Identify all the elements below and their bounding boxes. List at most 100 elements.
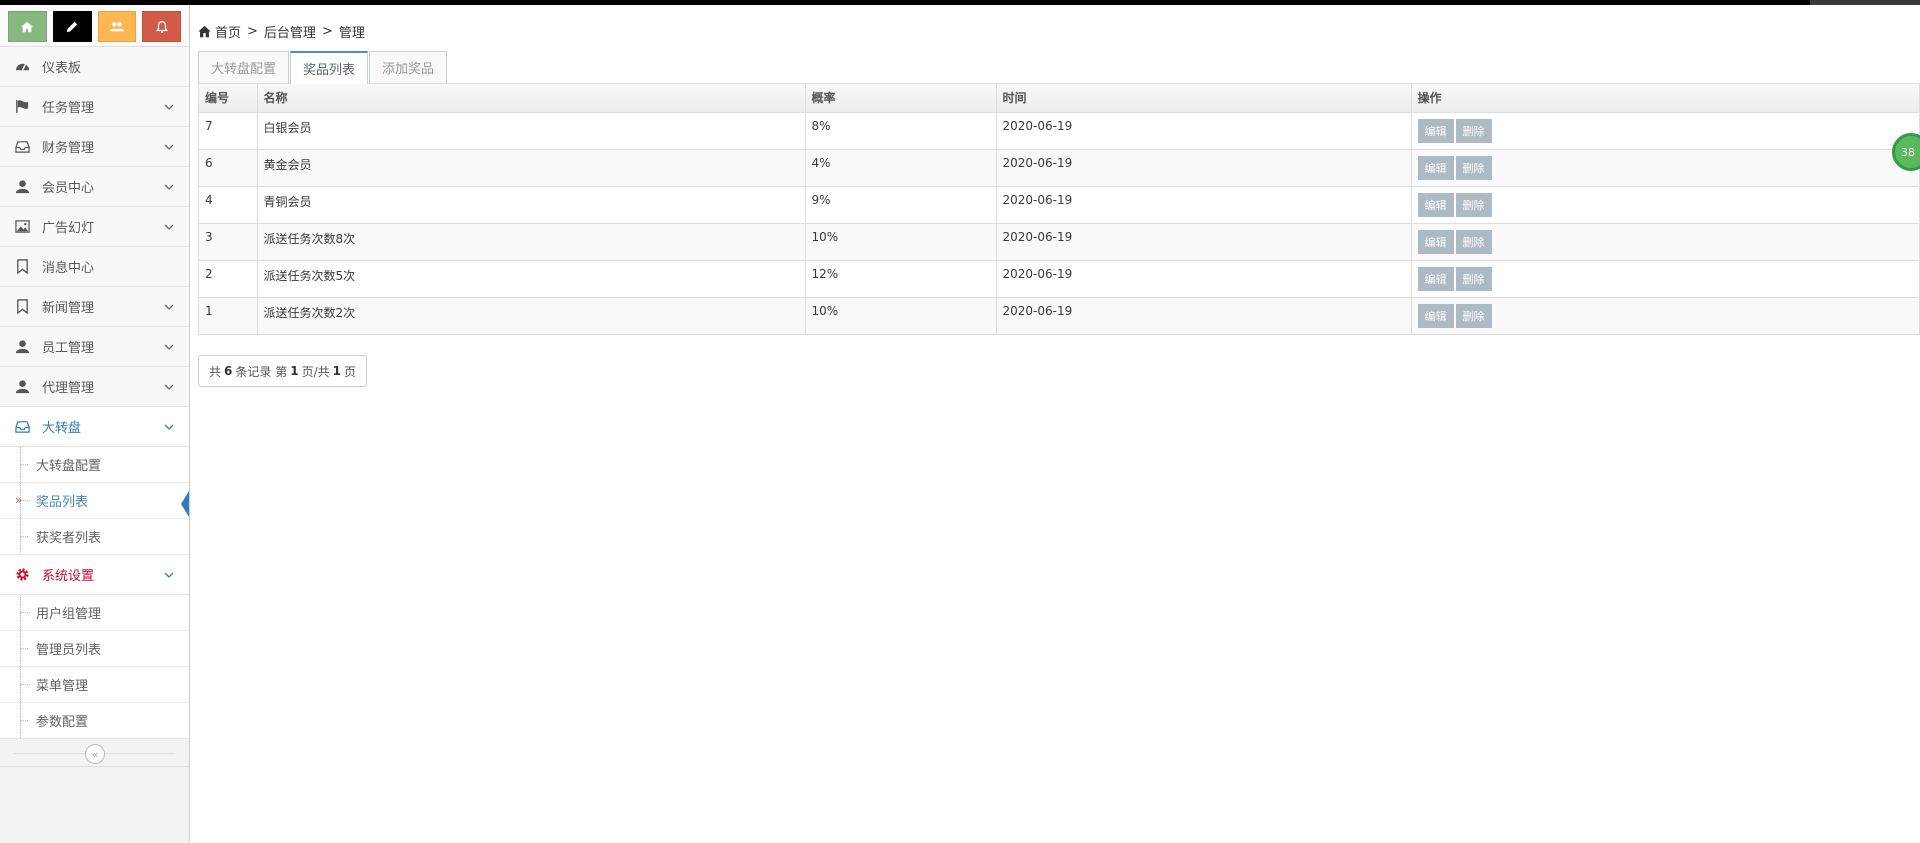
breadcrumb-separator: > <box>247 23 258 39</box>
sidebar-item-ads[interactable]: 广告幻灯 <box>0 207 189 247</box>
sidebar-item-label: 新闻管理 <box>42 301 95 316</box>
sidebar-collapse-button[interactable]: « <box>85 744 105 764</box>
sidebar-item-dashboard[interactable]: 仪表板 <box>0 47 189 87</box>
shortcut-bell-button[interactable] <box>142 11 181 42</box>
tab-add-prize[interactable]: 添加奖品 <box>369 51 448 83</box>
edit-button[interactable]: 编辑 <box>1417 229 1454 254</box>
sub-item-label: 菜单管理 <box>36 679 89 694</box>
sidebar-item-label: 消息中心 <box>42 261 95 276</box>
shortcut-home-button[interactable] <box>8 11 47 42</box>
cell-actions: 编辑 删除 <box>1411 260 1919 298</box>
shortcut-bar <box>0 5 189 47</box>
col-header-rate: 概率 <box>805 84 997 113</box>
pagination-info: 共 6 条记录 第 1 页/共 1 页 <box>198 355 367 387</box>
chevron-down-icon <box>164 184 174 190</box>
table-header-row: 编号 名称 概率 时间 操作 <box>199 84 1919 113</box>
chevron-down-icon <box>164 144 174 150</box>
pager-text: 页/共 <box>301 364 330 379</box>
sidebar-item-label: 系统设置 <box>42 569 95 584</box>
chevron-down-icon <box>164 384 174 390</box>
sub-item-label: 用户组管理 <box>36 607 102 622</box>
sidebar-item-system[interactable]: 系统设置 <box>0 555 189 595</box>
tab-prize-list[interactable]: 奖品列表 <box>290 51 369 84</box>
sidebar-sub-prize-list[interactable]: » 奖品列表 <box>0 483 189 519</box>
shortcut-pencil-button[interactable] <box>52 11 92 42</box>
delete-button[interactable]: 删除 <box>1455 192 1492 217</box>
cell-actions: 编辑 删除 <box>1411 112 1919 150</box>
shortcut-users-button[interactable] <box>97 11 137 42</box>
cell-time: 2020-06-19 <box>996 297 1412 334</box>
cell-id: 4 <box>199 186 258 224</box>
sidebar-sub-user-groups[interactable]: 用户组管理 <box>0 595 189 631</box>
col-header-actions: 操作 <box>1411 84 1919 113</box>
cell-actions: 编辑 删除 <box>1411 149 1919 187</box>
double-angle-right-icon: » <box>15 493 23 507</box>
sidebar-item-tasks[interactable]: 任务管理 <box>0 87 189 127</box>
edit-button[interactable]: 编辑 <box>1417 303 1454 328</box>
inbox-icon <box>12 419 32 435</box>
edit-button[interactable]: 编辑 <box>1417 266 1454 291</box>
chevron-down-icon <box>164 224 174 230</box>
delete-button[interactable]: 删除 <box>1455 118 1492 143</box>
cell-rate: 8% <box>805 112 997 150</box>
sidebar-item-finance[interactable]: 财务管理 <box>0 127 189 167</box>
bookmark-icon <box>12 299 32 315</box>
delete-button[interactable]: 删除 <box>1455 155 1492 180</box>
pager-text: 共 <box>209 364 222 379</box>
gear-icon <box>12 567 32 583</box>
sub-item-label: 管理员列表 <box>36 643 102 658</box>
sidebar-sub-params[interactable]: 参数配置 <box>0 703 189 739</box>
sidebar-sub-admin-list[interactable]: 管理员列表 <box>0 631 189 667</box>
sidebar-item-members[interactable]: 会员中心 <box>0 167 189 207</box>
pager-total: 6 <box>224 364 233 378</box>
delete-button[interactable]: 删除 <box>1455 266 1492 291</box>
sidebar-item-label: 财务管理 <box>42 141 95 156</box>
sidebar-item-label: 任务管理 <box>42 101 95 116</box>
cell-id: 6 <box>199 149 258 187</box>
cell-actions: 编辑 删除 <box>1411 297 1919 334</box>
breadcrumb: 首页 > 后台管理 > 管理 <box>198 5 1920 41</box>
cell-name: 派送任务次数8次 <box>257 223 806 261</box>
sidebar-item-news[interactable]: 新闻管理 <box>0 287 189 327</box>
sidebar-sub-winner-list[interactable]: 获奖者列表 <box>0 519 189 555</box>
chevron-down-icon <box>164 304 174 310</box>
tab-wheel-config[interactable]: 大转盘配置 <box>198 51 290 83</box>
sidebar-sub-wheel-config[interactable]: 大转盘配置 <box>0 447 189 483</box>
cell-rate: 9% <box>805 186 997 224</box>
cell-rate: 12% <box>805 260 997 298</box>
chevron-down-icon <box>164 104 174 110</box>
home-icon <box>21 21 34 32</box>
cell-rate: 10% <box>805 297 997 334</box>
sidebar-item-agents[interactable]: 代理管理 <box>0 367 189 407</box>
bookmark-icon <box>12 259 32 275</box>
delete-button[interactable]: 删除 <box>1455 229 1492 254</box>
cell-name: 派送任务次数2次 <box>257 297 806 334</box>
cell-actions: 编辑 删除 <box>1411 223 1919 261</box>
chevron-down-icon <box>164 344 174 350</box>
cell-actions: 编辑 删除 <box>1411 186 1919 224</box>
active-caret-icon <box>181 491 189 517</box>
home-icon <box>198 25 211 37</box>
edit-button[interactable]: 编辑 <box>1417 192 1454 217</box>
breadcrumb-home[interactable]: 首页 <box>215 22 241 41</box>
cell-time: 2020-06-19 <box>996 186 1412 224</box>
sidebar-item-label: 代理管理 <box>42 381 95 396</box>
user-icon <box>12 179 32 195</box>
sidebar-item-label: 员工管理 <box>42 341 95 356</box>
cell-time: 2020-06-19 <box>996 149 1412 187</box>
cell-name: 白银会员 <box>257 112 806 150</box>
delete-button[interactable]: 删除 <box>1455 303 1492 328</box>
edit-button[interactable]: 编辑 <box>1417 155 1454 180</box>
sidebar-item-messages[interactable]: 消息中心 <box>0 247 189 287</box>
cell-name: 青铜会员 <box>257 186 806 224</box>
chevron-down-icon <box>164 424 174 430</box>
sidebar-item-label: 广告幻灯 <box>42 221 95 236</box>
sub-item-label: 大转盘配置 <box>36 459 102 474</box>
sidebar-item-staff[interactable]: 员工管理 <box>0 327 189 367</box>
inbox-icon <box>12 139 32 155</box>
sidebar-sub-menu-manage[interactable]: 菜单管理 <box>0 667 189 703</box>
users-icon <box>109 21 124 31</box>
edit-button[interactable]: 编辑 <box>1417 118 1454 143</box>
sidebar-item-wheel[interactable]: 大转盘 <box>0 407 189 447</box>
breadcrumb-backend[interactable]: 后台管理 <box>264 22 316 41</box>
